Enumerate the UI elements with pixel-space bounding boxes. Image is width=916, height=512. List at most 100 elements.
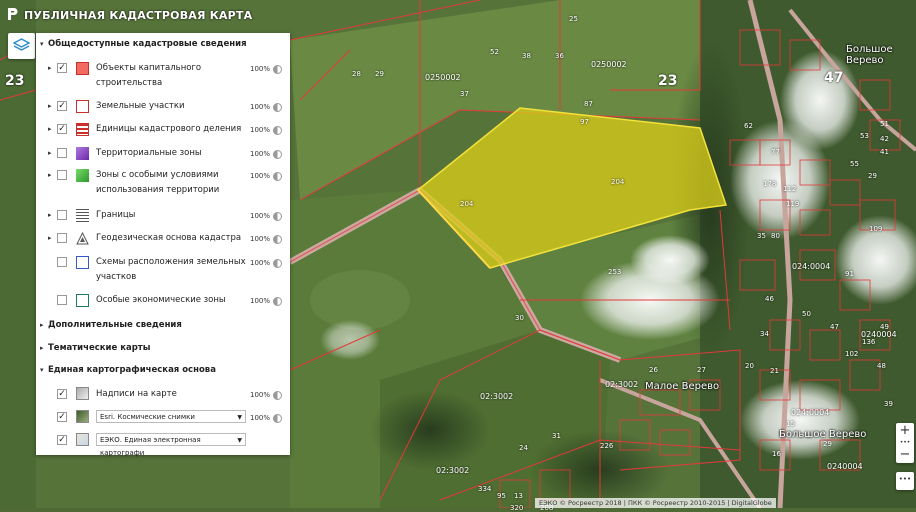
- parcel-number-label: 80: [771, 232, 780, 240]
- quarter-number-label: 0240004: [861, 330, 897, 339]
- quarter-number-label: 0250002: [425, 73, 461, 82]
- map-icon: [76, 433, 89, 446]
- rosreestr-logo-icon[interactable]: [7, 7, 19, 21]
- parcel-number-label: 136: [862, 338, 876, 346]
- section-public-info[interactable]: ▾ Общедоступные кадастровые сведения: [40, 39, 247, 49]
- parcel-number-label: 29: [823, 440, 832, 448]
- map-big-label: 23: [658, 73, 678, 89]
- section-title: Общедоступные кадастровые сведения: [48, 39, 247, 49]
- layer-label: Зоны с особыми условиями использования т…: [96, 170, 220, 195]
- parcel-number-label: 36: [555, 52, 564, 60]
- parcel-number-label: 31: [552, 432, 561, 440]
- parcel-number-label: 52: [490, 48, 499, 56]
- layer-checkbox[interactable]: [57, 210, 67, 220]
- section-basemap[interactable]: ▾ Единая картографическая основа: [40, 365, 216, 375]
- layer-checkbox[interactable]: [57, 233, 67, 243]
- satellite-icon: [76, 410, 89, 423]
- basemap-select[interactable]: Esri. Космические снимки ▼: [96, 410, 246, 423]
- parcel-number-label: 97: [580, 118, 589, 126]
- layer-row-territorial-zones[interactable]: ▸ Территориальные зоны 100%: [36, 146, 290, 162]
- layer-label: Геодезическая основа кадастра: [96, 233, 242, 243]
- layer-row-land-plots[interactable]: ▸ ✓ Земельные участки 100%: [36, 99, 290, 115]
- parcel-number-label: 34: [760, 330, 769, 338]
- parcel-number-label: 41: [880, 148, 889, 156]
- quarter-number-label: 0240004: [827, 462, 863, 471]
- layer-row-economic-zones[interactable]: Особые экономические зоны 100%: [36, 293, 290, 309]
- basemap-select[interactable]: ЕЭКО. Единая электронная картографи ▼: [96, 433, 246, 457]
- zoom-in-button[interactable]: +: [896, 423, 914, 439]
- layers-icon: [12, 38, 31, 51]
- quarter-number-label: 02:3002: [480, 392, 514, 401]
- layer-opacity-value: 100%: [250, 414, 271, 422]
- quarter-number-label: 024:0004: [792, 262, 831, 271]
- layer-row-special-zones[interactable]: ▸ Зоны с особыми условиями использования…: [36, 168, 290, 198]
- parcel-number-label: 53: [860, 132, 869, 140]
- quarter-number-label: 024:0004: [791, 408, 830, 417]
- expand-arrow-icon[interactable]: ▸: [48, 149, 52, 157]
- opacity-icon[interactable]: [273, 297, 282, 306]
- layer-row-geodesic[interactable]: ▸ Геодезическая основа кадастра 100%: [36, 231, 290, 247]
- select-value: Esri. Космические снимки: [100, 413, 195, 421]
- layer-swatch-icon: [76, 123, 89, 136]
- layers-toggle-button[interactable]: [8, 33, 35, 59]
- layer-opacity-value: 100%: [250, 212, 271, 220]
- layer-label: Надписи на карте: [96, 389, 177, 399]
- parcel-number-label: 95: [497, 492, 506, 500]
- layers-panel: ▾ Общедоступные кадастровые сведения ▸ ✓ …: [36, 33, 290, 457]
- layer-checkbox[interactable]: [57, 295, 67, 305]
- opacity-icon[interactable]: [273, 103, 282, 112]
- zoom-out-button[interactable]: −: [896, 447, 914, 463]
- section-thematic-maps[interactable]: ▸ Тематические карты: [40, 343, 150, 353]
- layer-swatch-icon: [76, 100, 89, 113]
- parcel-number-label: 15: [786, 420, 795, 428]
- layer-checkbox[interactable]: ✓: [57, 101, 67, 111]
- layer-checkbox[interactable]: ✓: [57, 124, 67, 134]
- map-big-label: 47: [824, 70, 844, 86]
- parcel-number-label: 26: [649, 366, 658, 374]
- basemap-row-labels[interactable]: ✓ Надписи на карте 100%: [36, 385, 290, 403]
- parcel-number-label: 62: [744, 122, 753, 130]
- expand-arrow-icon[interactable]: ▸: [48, 64, 52, 72]
- more-dots-icon: •••: [898, 475, 912, 483]
- parcel-number-label: 24: [519, 444, 528, 452]
- opacity-icon[interactable]: [273, 150, 282, 159]
- expand-arrow-icon[interactable]: ▸: [48, 171, 52, 179]
- layer-row-layout-schemes[interactable]: Схемы расположения земельных участков 10…: [36, 255, 290, 285]
- parcel-number-label: 320: [510, 504, 524, 512]
- layer-checkbox[interactable]: ✓: [57, 63, 67, 73]
- opacity-icon[interactable]: [273, 126, 282, 135]
- layer-swatch-icon: [76, 147, 89, 160]
- opacity-icon[interactable]: [273, 65, 282, 74]
- opacity-icon[interactable]: [273, 414, 282, 423]
- opacity-icon[interactable]: [273, 172, 282, 181]
- parcel-number-label: 20: [745, 362, 754, 370]
- parcel-number-label: 109: [869, 225, 883, 233]
- parcel-number-label: 119: [786, 200, 800, 208]
- layer-row-borders[interactable]: ▸ Границы 100%: [36, 208, 290, 224]
- layer-checkbox[interactable]: [57, 148, 67, 158]
- layer-checkbox[interactable]: ✓: [57, 389, 67, 399]
- basemap-row-satellite[interactable]: ✓ Esri. Космические снимки ▼ 100%: [36, 408, 290, 426]
- layer-checkbox[interactable]: [57, 170, 67, 180]
- opacity-icon[interactable]: [273, 259, 282, 268]
- layer-row-cadastral-units[interactable]: ▸ ✓ Единицы кадастрового деления 100%: [36, 122, 290, 138]
- parcel-number-label: 29: [868, 172, 877, 180]
- layer-opacity-value: 100%: [250, 235, 271, 243]
- layer-checkbox[interactable]: ✓: [57, 435, 67, 445]
- expand-arrow-icon[interactable]: ▸: [48, 234, 52, 242]
- layer-row-capital-objects[interactable]: ▸ ✓ Объекты капитального строительства 1…: [36, 61, 290, 91]
- expand-arrow-icon[interactable]: ▸: [48, 211, 52, 219]
- parcel-number-label: 112: [783, 185, 797, 193]
- opacity-icon[interactable]: [273, 235, 282, 244]
- expand-arrow-icon[interactable]: ▸: [48, 102, 52, 110]
- section-additional-info[interactable]: ▸ Дополнительные сведения: [40, 320, 182, 330]
- opacity-icon[interactable]: [273, 212, 282, 221]
- settlement-name-label: Большое Верево: [846, 44, 893, 66]
- opacity-icon[interactable]: [273, 391, 282, 400]
- parcel-number-label: 87: [584, 100, 593, 108]
- more-options-button[interactable]: •••: [896, 472, 914, 490]
- basemap-row-eeko[interactable]: ✓ ЕЭКО. Единая электронная картографи ▼: [36, 431, 290, 457]
- layer-checkbox[interactable]: [57, 257, 67, 267]
- layer-checkbox[interactable]: ✓: [57, 412, 67, 422]
- expand-arrow-icon[interactable]: ▸: [48, 125, 52, 133]
